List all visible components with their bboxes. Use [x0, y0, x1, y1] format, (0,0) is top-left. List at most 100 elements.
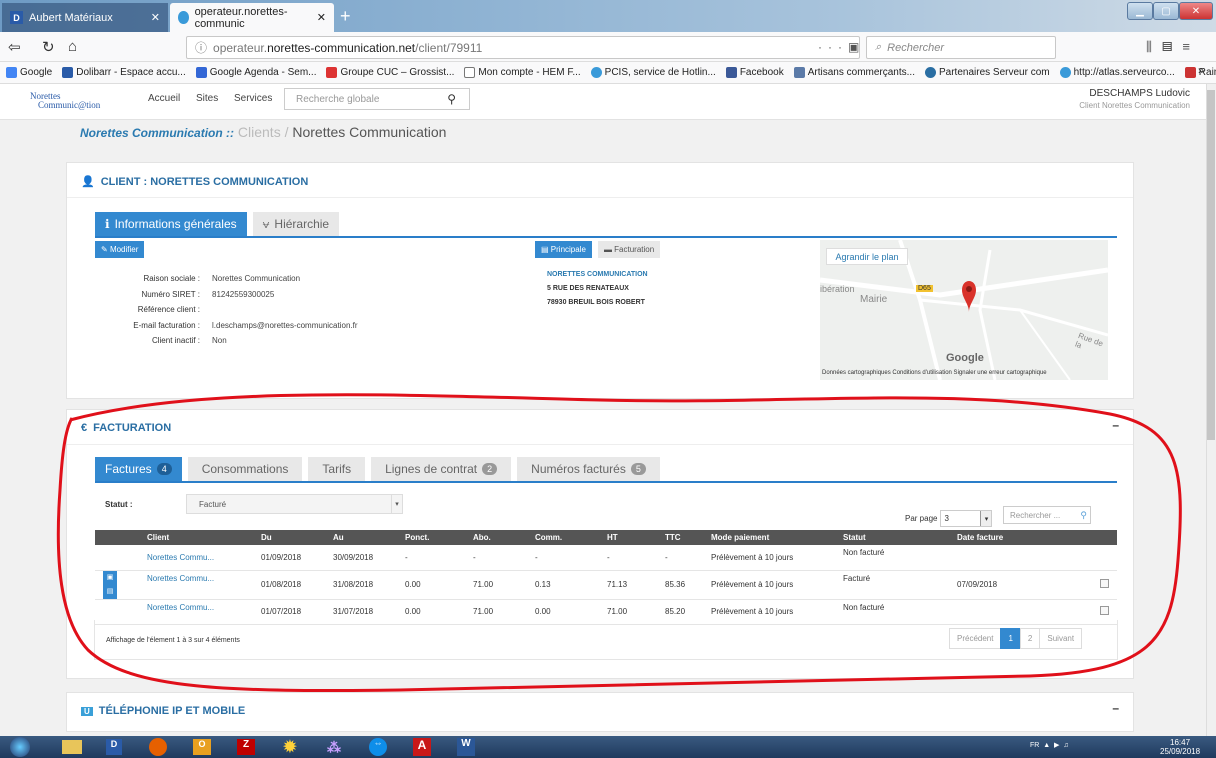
cuc-icon	[326, 67, 338, 78]
bookmark-cuc[interactable]: Groupe CUC – Grossist...	[326, 67, 454, 78]
teamviewer-icon[interactable]: ⇔	[364, 737, 392, 757]
collapse-button[interactable]: –	[1112, 701, 1119, 715]
bookmark-facebook[interactable]: Facebook	[725, 67, 784, 78]
acrobat-icon[interactable]: A	[408, 737, 436, 757]
tab-address-facturation[interactable]: ▬ Facturation	[597, 241, 661, 258]
tab-title: operateur.norettes-communic	[194, 5, 288, 30]
panel-title-text: CLIENT : NORETTES COMMUNICATION	[100, 175, 309, 188]
row-checkbox[interactable]	[1100, 579, 1109, 588]
bookmark-agenda[interactable]: Google Agenda - Sem...	[195, 67, 316, 78]
count-badge: 4	[156, 463, 172, 475]
sun-app-icon[interactable]: ✹	[276, 737, 304, 757]
tab-label: Consommations	[201, 462, 289, 476]
close-tab-icon[interactable]: ✕	[317, 11, 326, 24]
info-icon[interactable]: ⓘ	[195, 39, 207, 56]
system-tray[interactable]: FR ▲ ▶ ♫	[1030, 741, 1069, 749]
window-close-button[interactable]: ✕	[1179, 2, 1213, 20]
bookmark-partenaires[interactable]: Partenaires Serveur com	[925, 67, 1050, 78]
app-logo[interactable]: Norettes Communic@tion	[30, 92, 100, 110]
bookmark-pcis[interactable]: PCIS, service de Hotlin...	[590, 67, 716, 78]
col-ponct[interactable]: Ponct.	[397, 530, 465, 545]
tab-factures[interactable]: Factures 4	[95, 457, 182, 481]
bookmark-dolibarr[interactable]: Dolibarr - Espace accu...	[62, 67, 186, 78]
col-client[interactable]: Client	[139, 530, 253, 545]
bookmark-artisans[interactable]: Artisans commerçants...	[793, 67, 915, 78]
client-link[interactable]: Norettes Commu...	[139, 545, 253, 571]
tab-hierarchie[interactable]: ⩝ Hiérarchie	[252, 212, 340, 236]
new-tab-button[interactable]: +	[340, 6, 351, 27]
reload-icon[interactable]: ↻	[42, 38, 55, 56]
document-icon[interactable]: ▤	[103, 584, 117, 599]
breadcrumb-clients[interactable]: Clients	[238, 124, 281, 140]
bookmarks-overflow-button[interactable]: »	[1198, 65, 1204, 77]
col-ht[interactable]: HT	[599, 530, 657, 545]
close-tab-icon[interactable]: ✕	[151, 11, 160, 24]
nav-services[interactable]: Services	[234, 93, 272, 104]
word-icon[interactable]: W	[452, 737, 480, 757]
nav-sites[interactable]: Sites	[196, 93, 218, 104]
breadcrumb-root[interactable]: Norettes Communication ::	[80, 126, 234, 140]
table-search-input[interactable]: Rechercher ... ⚲	[1003, 506, 1091, 524]
enlarge-map-button[interactable]: Agrandir le plan	[826, 248, 908, 265]
global-search-input[interactable]: Recherche globale ⚲	[284, 88, 470, 110]
minimize-button[interactable]: ▁	[1127, 2, 1153, 20]
pager-page-2[interactable]: 2	[1019, 628, 1041, 649]
col-mode-paiement[interactable]: Mode paiement	[703, 530, 835, 545]
pager-next[interactable]: Suivant	[1039, 628, 1083, 649]
field-key: Référence client :	[137, 305, 200, 314]
browser-tab-aubert[interactable]: D Aubert Matériaux ✕	[2, 3, 168, 32]
scrollbar-thumb[interactable]	[1207, 90, 1215, 440]
tab-informations-generales[interactable]: ℹ Informations générales	[95, 212, 247, 236]
filezilla-icon[interactable]: Z	[232, 737, 260, 757]
pdf-icon[interactable]: ▣	[103, 570, 117, 585]
col-ttc[interactable]: TTC	[657, 530, 703, 545]
client-link[interactable]: Norettes Commu...	[139, 570, 253, 600]
firefox-icon[interactable]	[144, 737, 172, 757]
status-select[interactable]: Facturé ▾	[186, 494, 403, 514]
browser-search-input[interactable]: ⌕ Rechercher	[866, 36, 1056, 59]
outlook-icon[interactable]: O	[188, 737, 216, 757]
tab-consommations[interactable]: Consommations	[187, 457, 303, 481]
tab-address-principale[interactable]: ▤ Principale	[535, 241, 592, 258]
search-icon[interactable]: ⚲	[447, 92, 456, 106]
cell-ht: 71.13	[599, 570, 657, 600]
home-icon[interactable]: ⌂	[68, 38, 77, 55]
col-statut[interactable]: Statut	[835, 530, 949, 545]
edit-button[interactable]: ✎ Modifier	[95, 241, 145, 258]
bookmark-hem[interactable]: Mon compte - HEM F...	[464, 67, 581, 78]
maximize-button[interactable]: ▢	[1153, 2, 1179, 20]
language-indicator[interactable]: FR	[1030, 742, 1039, 749]
col-date-facture[interactable]: Date facture	[949, 530, 1055, 545]
explorer-icon[interactable]	[58, 737, 86, 757]
pager-page-1[interactable]: 1	[1000, 628, 1021, 649]
calendar-icon	[195, 67, 207, 78]
bookmark-atlas[interactable]: http://atlas.serveurco...	[1059, 67, 1175, 78]
dolibarr-app-icon[interactable]: D	[100, 737, 128, 757]
row-checkbox[interactable]	[1100, 606, 1109, 615]
toolbar-menu-icons[interactable]: ⫼▤≡	[1146, 39, 1200, 55]
tab-lignes-contrat[interactable]: Lignes de contrat 2	[371, 457, 512, 481]
per-page-select[interactable]: 3 ▾	[940, 510, 993, 527]
user-menu[interactable]: DESCHAMPS Ludovic Client Norettes Commun…	[1040, 88, 1190, 110]
map-footer[interactable]: Données cartographiques Conditions d'uti…	[822, 370, 1047, 376]
cell-du: 01/08/2018	[253, 570, 325, 600]
col-du[interactable]: Du	[253, 530, 325, 545]
start-button[interactable]	[6, 737, 34, 757]
browser-tab-operateur[interactable]: operateur.norettes-communic ✕	[170, 3, 334, 32]
pager-previous[interactable]: Précédent	[949, 628, 1002, 649]
col-comm[interactable]: Comm.	[527, 530, 599, 545]
cell-mode: Prélèvement à 10 jours	[703, 570, 835, 600]
col-au[interactable]: Au	[325, 530, 397, 545]
field-value: 81242559300025	[212, 289, 275, 299]
url-bar[interactable]: ⓘ operateur.norettes-communication.net/c…	[186, 36, 860, 59]
clock[interactable]: 16:47 25/09/2018	[1160, 738, 1200, 756]
panel-title-text: TÉLÉPHONIE IP ET MOBILE	[98, 705, 246, 717]
back-arrow-icon[interactable]: ⇦	[8, 38, 21, 56]
tab-tarifs[interactable]: Tarifs	[308, 457, 366, 481]
collapse-button[interactable]: –	[1112, 418, 1119, 432]
nav-accueil[interactable]: Accueil	[148, 93, 180, 104]
network-app-icon[interactable]: ⁂	[320, 737, 348, 757]
tab-numeros-factures[interactable]: Numéros facturés 5	[517, 457, 660, 481]
col-abo[interactable]: Abo.	[465, 530, 527, 545]
bookmark-google[interactable]: Google	[6, 67, 52, 78]
